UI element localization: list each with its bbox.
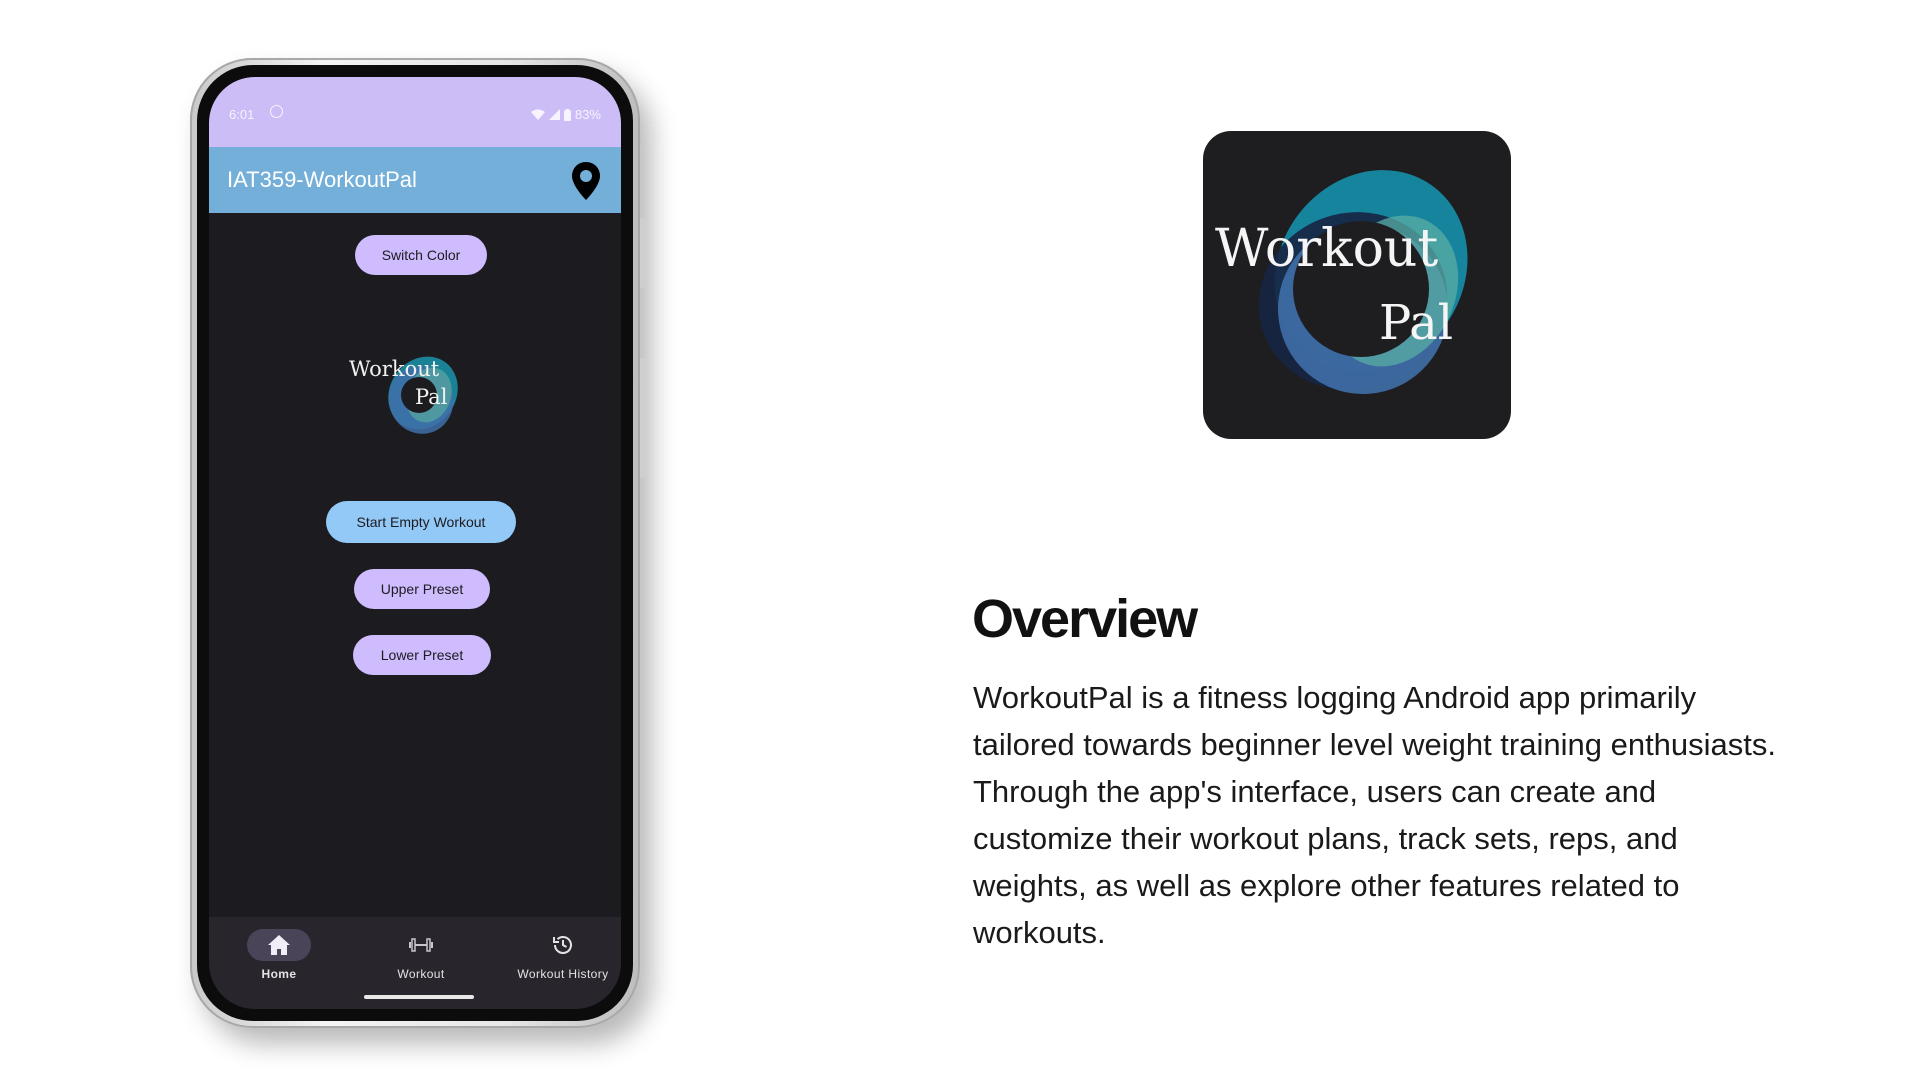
logo-swirl-icon xyxy=(1258,170,1468,394)
dumbbell-icon xyxy=(409,938,433,952)
gesture-home-bar[interactable] xyxy=(364,995,474,999)
app-icon-large: Workout Pal xyxy=(1203,131,1511,439)
volume-button xyxy=(640,358,646,478)
app-title: IAT359-WorkoutPal xyxy=(227,167,417,192)
lower-preset-button[interactable]: Lower Preset xyxy=(353,635,491,675)
phone-bezel: 6:01 83% IAT359-WorkoutPal Switch Color xyxy=(197,65,633,1021)
location-pin-icon[interactable] xyxy=(571,161,601,201)
nav-label-workout-history: Workout History xyxy=(517,967,609,981)
battery-icon xyxy=(563,108,571,121)
upper-preset-button[interactable]: Upper Preset xyxy=(354,569,490,609)
nav-indicator xyxy=(531,929,595,961)
nav-label-home: Home xyxy=(261,967,297,981)
status-time: 6:01 xyxy=(229,107,255,122)
nav-indicator xyxy=(389,929,453,961)
home-icon xyxy=(268,935,290,955)
switch-color-button[interactable]: Switch Color xyxy=(355,235,487,275)
app-bar: IAT359-WorkoutPal xyxy=(209,147,621,213)
nav-indicator xyxy=(247,929,311,961)
phone-mockup: 6:01 83% IAT359-WorkoutPal Switch Color xyxy=(190,58,646,1028)
bottom-navigation: Home Workout Workout History xyxy=(209,917,621,1009)
logo-text-workout: Workout xyxy=(349,357,440,381)
nav-item-home[interactable]: Home xyxy=(209,929,349,981)
power-button xyxy=(640,218,646,288)
logo-text-pal: Pal xyxy=(415,385,448,409)
signal-icon xyxy=(548,109,560,120)
wifi-icon xyxy=(530,109,545,120)
status-indicators: 83% xyxy=(530,107,601,122)
battery-level: 83% xyxy=(574,107,601,122)
phone-screen: 6:01 83% IAT359-WorkoutPal Switch Color xyxy=(209,77,621,1009)
nav-label-workout: Workout xyxy=(397,967,445,981)
logo-text-workout: Workout xyxy=(1215,219,1439,279)
logo-text-pal: Pal xyxy=(1379,295,1454,351)
overview-description: WorkoutPal is a fitness logging Android … xyxy=(973,680,1777,950)
history-icon xyxy=(553,936,572,954)
notification-icon xyxy=(270,105,283,118)
nav-item-workout[interactable]: Workout xyxy=(351,929,491,981)
start-empty-workout-button[interactable]: Start Empty Workout xyxy=(326,501,516,543)
overview-heading: Overview xyxy=(972,589,1198,649)
workoutpal-logo: Workout Pal xyxy=(349,345,471,445)
status-bar: 6:01 83% xyxy=(209,77,621,147)
nav-item-workout-history[interactable]: Workout History xyxy=(493,929,621,981)
